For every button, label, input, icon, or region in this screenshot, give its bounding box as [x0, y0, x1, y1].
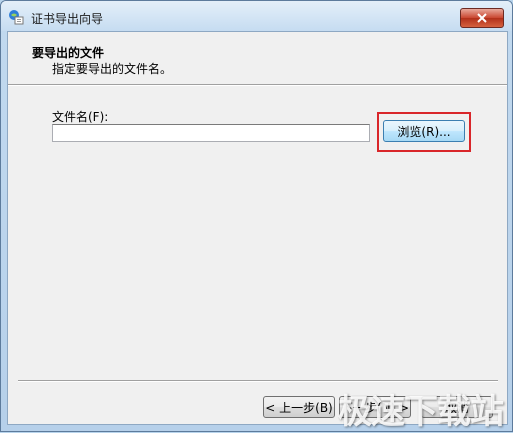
window-title: 证书导出向导	[31, 12, 104, 26]
wizard-header: 要导出的文件 指定要导出的文件名。	[8, 32, 507, 84]
certificate-icon	[8, 9, 24, 25]
wizard-content: 要导出的文件 指定要导出的文件名。 文件名(F): 浏览(R)... < 上一步…	[7, 31, 508, 425]
close-icon	[477, 13, 487, 23]
close-button[interactable]	[460, 8, 504, 28]
file-name-label: 文件名(F):	[52, 110, 109, 124]
page-title: 要导出的文件	[32, 46, 105, 60]
footer-divider	[18, 380, 498, 382]
file-name-input[interactable]	[52, 124, 370, 142]
back-button[interactable]: < 上一步(B)	[263, 396, 335, 418]
watermark: 极速下载站	[338, 392, 504, 432]
wizard-window: 证书导出向导 要导出的文件 指定要导出的文件名。 文件名(F): 浏览(R)..…	[0, 0, 513, 432]
page-subtitle: 指定要导出的文件名。	[52, 62, 173, 76]
browse-button[interactable]: 浏览(R)...	[383, 120, 465, 142]
header-divider	[8, 84, 507, 86]
title-bar[interactable]: 证书导出向导	[1, 1, 512, 31]
